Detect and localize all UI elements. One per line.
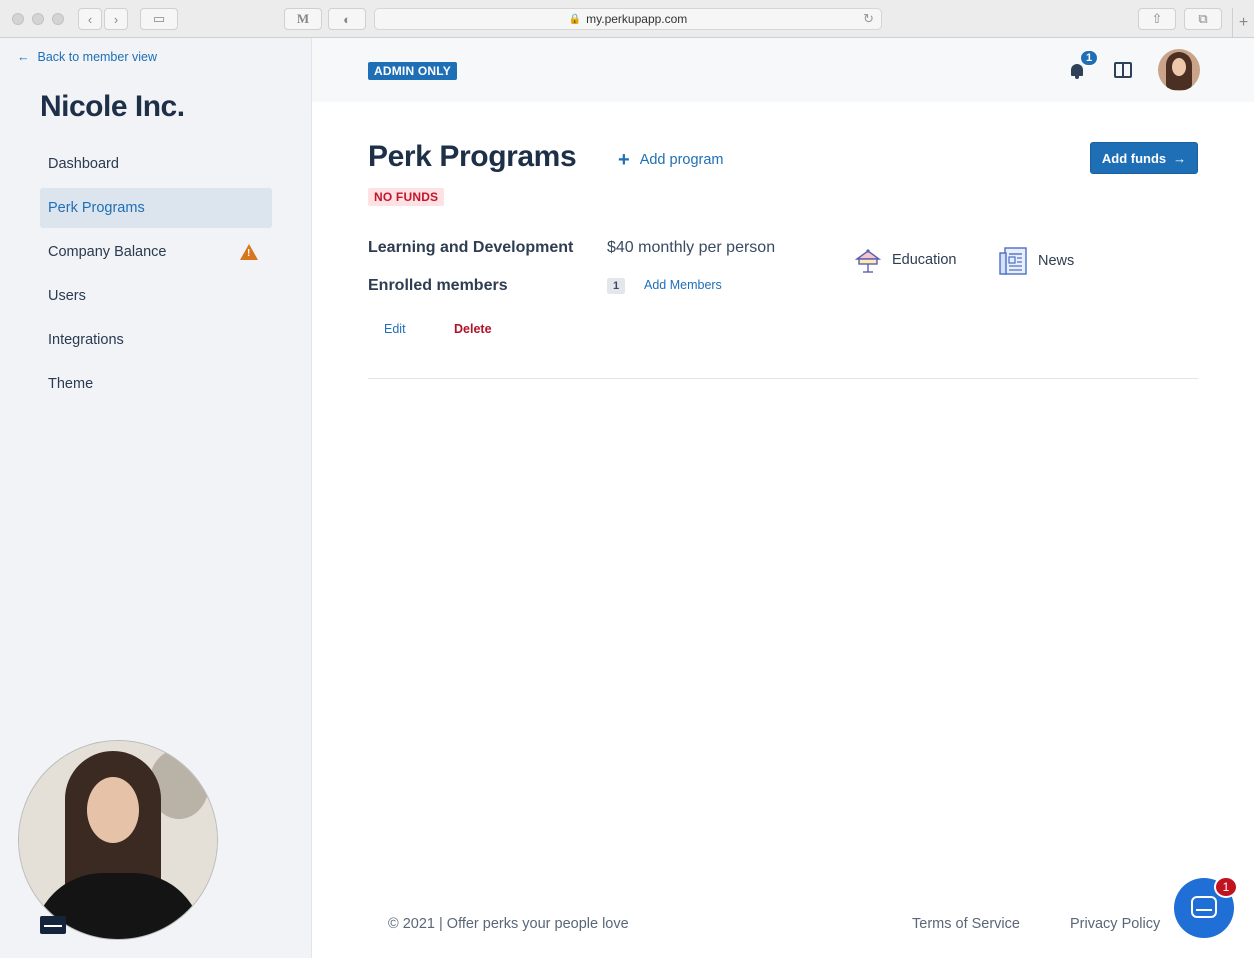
arrow-right-icon: → [1173, 150, 1187, 166]
sidebar-item-dashboard[interactable]: Dashboard [40, 144, 272, 184]
sidebar-item-theme[interactable]: Theme [40, 364, 272, 404]
terms-of-service-link[interactable]: Terms of Service [912, 916, 1020, 932]
sidebar-item-label: Dashboard [48, 156, 119, 172]
top-bar: ADMIN ONLY 1 [312, 38, 1254, 102]
education-icon [854, 246, 882, 274]
sidebar-item-integrations[interactable]: Integrations [40, 320, 272, 360]
enrolled-members-label: Enrolled members [368, 277, 508, 294]
plus-icon: + [618, 149, 630, 171]
add-program-button[interactable]: + Add program [618, 149, 724, 171]
chat-unread-badge: 1 [1214, 876, 1238, 898]
avatar[interactable] [1158, 49, 1200, 91]
camera-control-icon[interactable] [40, 916, 66, 934]
sidebar-item-perk-programs[interactable]: Perk Programs [40, 188, 272, 228]
bell-icon[interactable] [1070, 62, 1084, 79]
sidebar-item-company-balance[interactable]: Company Balance ! [40, 232, 272, 272]
minimize-window-button[interactable] [32, 13, 44, 25]
program-amount: $40 monthly per person [607, 239, 776, 256]
edit-program-button[interactable]: Edit [384, 322, 406, 336]
divider [368, 378, 1198, 379]
back-to-member-view-link[interactable]: ← Back to member view [17, 50, 157, 64]
chat-icon [1191, 896, 1217, 918]
sidebar-item-label: Company Balance [48, 244, 167, 260]
back-link-label: Back to member view [37, 50, 157, 64]
enrolled-count-badge: 1 [607, 278, 625, 294]
shield-icon[interactable]: ◐ [328, 8, 366, 30]
notification-count-badge: 1 [1080, 50, 1098, 66]
url-text: my.perkupapp.com [586, 12, 688, 26]
extension-m-icon[interactable]: M [284, 8, 322, 30]
address-bar[interactable]: 🔒 my.perkupapp.com ↻ [374, 8, 882, 30]
sidebar-item-label: Perk Programs [48, 200, 145, 216]
reload-icon[interactable]: ↻ [863, 11, 874, 27]
add-program-label: Add program [639, 152, 724, 168]
browser-toolbar: ‹ › ▭ M ◐ 🔒 my.perkupapp.com ↻ ⇧ ⧉ + [0, 0, 1254, 38]
sidebar-nav: Dashboard Perk Programs Company Balance … [40, 144, 272, 408]
new-tab-icon[interactable]: + [1232, 8, 1254, 38]
arrow-left-icon: ← [17, 50, 30, 64]
add-members-link[interactable]: Add Members [644, 278, 722, 292]
company-name: Nicole Inc. [40, 90, 185, 123]
webcam-overlay [18, 740, 218, 940]
status-badge: NO FUNDS [368, 188, 445, 206]
add-funds-button[interactable]: Add funds → [1090, 142, 1198, 174]
category-label: News [1038, 253, 1075, 269]
back-icon[interactable]: ‹ [78, 8, 102, 30]
forward-icon[interactable]: › [104, 8, 128, 30]
admin-only-badge: ADMIN ONLY [368, 62, 457, 80]
newspaper-icon [998, 246, 1028, 276]
sidebar-toggle-icon[interactable]: ▭ [140, 8, 178, 30]
category-label: Education [892, 252, 957, 268]
sidebar-item-label: Theme [48, 376, 94, 392]
add-funds-label: Add funds [1101, 150, 1167, 166]
close-window-button[interactable] [12, 13, 24, 25]
category-education: Education [854, 246, 957, 274]
delete-program-button[interactable]: Delete [454, 322, 492, 336]
privacy-policy-link[interactable]: Privacy Policy [1070, 916, 1160, 932]
book-icon[interactable] [1114, 62, 1132, 78]
zoom-window-button[interactable] [52, 13, 64, 25]
lock-icon: 🔒 [568, 13, 582, 25]
tabs-overview-icon[interactable]: ⧉ [1184, 8, 1222, 30]
warning-icon: ! [240, 244, 258, 260]
category-news: News [998, 246, 1074, 276]
footer-copyright: © 2021 | Offer perks your people love [388, 916, 629, 932]
share-icon[interactable]: ⇧ [1138, 8, 1176, 30]
sidebar-item-users[interactable]: Users [40, 276, 272, 316]
page-title: Perk Programs [368, 140, 577, 173]
sidebar-item-label: Users [48, 288, 86, 304]
program-name: Learning and Development [368, 239, 574, 256]
sidebar-item-label: Integrations [48, 332, 124, 348]
